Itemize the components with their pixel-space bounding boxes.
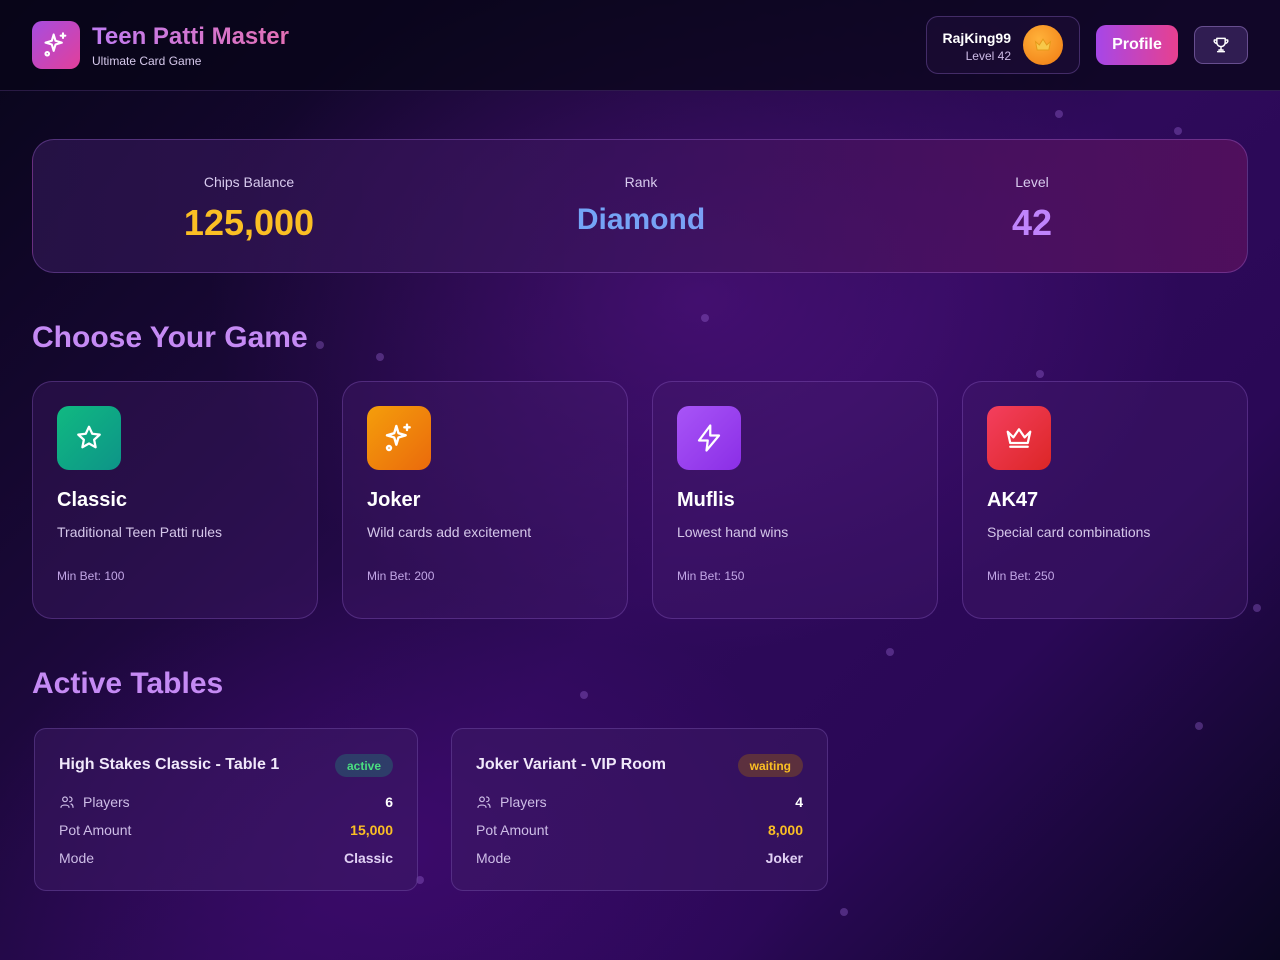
- game-description: Lowest hand wins: [677, 524, 789, 540]
- game-icon-box: [987, 406, 1051, 470]
- game-description: Special card combinations: [987, 524, 1151, 540]
- players-row: Players 4: [476, 794, 803, 814]
- rank-stat: Rank Diamond: [491, 174, 791, 237]
- app-title: Teen Patti Master: [92, 23, 289, 50]
- background-dot: [886, 648, 894, 656]
- pot-amount: 8,000: [767, 822, 803, 838]
- pot-row: Pot Amount 15,000: [59, 822, 393, 842]
- players-row: Players 6: [59, 794, 393, 814]
- mode-row: Mode Joker: [476, 850, 803, 870]
- status-badge: active: [334, 754, 393, 777]
- mode-label: Mode: [476, 850, 512, 866]
- background-dot: [701, 314, 709, 322]
- app-subtitle: Ultimate Card Game: [92, 54, 202, 68]
- game-icon-box: [367, 406, 431, 470]
- game-min-bet: Min Bet: 200: [367, 569, 435, 583]
- trophy-button[interactable]: [1194, 26, 1248, 64]
- trophy-icon: [1213, 37, 1229, 53]
- game-icon-box: [677, 406, 741, 470]
- game-card-joker[interactable]: Joker Wild cards add excitement Min Bet:…: [342, 381, 628, 619]
- background-dot: [376, 353, 384, 361]
- game-icon-box: [57, 406, 121, 470]
- chips-value: 125,000: [183, 202, 315, 243]
- games-section-title: Choose Your Game: [32, 321, 308, 354]
- background-dot: [840, 908, 848, 916]
- user-info[interactable]: RajKing99 Level 42: [926, 16, 1080, 74]
- users-icon: [60, 796, 74, 808]
- pot-label: Pot Amount: [476, 822, 549, 838]
- profile-button[interactable]: Profile: [1096, 25, 1178, 65]
- rank-label: Rank: [624, 174, 658, 190]
- pot-amount: 15,000: [350, 822, 393, 838]
- mode-row: Mode Classic: [59, 850, 393, 870]
- game-card-ak47[interactable]: AK47 Special card combinations Min Bet: …: [962, 381, 1248, 619]
- level-label: Level: [1015, 174, 1049, 190]
- game-min-bet: Min Bet: 250: [987, 569, 1055, 583]
- players-label-wrap: Players: [476, 794, 547, 810]
- rank-value: Diamond: [491, 203, 791, 237]
- user-level: Level 42: [965, 49, 1011, 63]
- user-name: RajKing99: [942, 30, 1011, 46]
- table-card[interactable]: High Stakes Classic - Table 1 active Pla…: [34, 728, 418, 891]
- players-label: Players: [500, 794, 547, 810]
- game-name: Muflis: [677, 489, 735, 511]
- background-dot: [1174, 127, 1182, 135]
- users-icon: [477, 796, 491, 808]
- top-header: Teen Patti Master Ultimate Card Game Raj…: [0, 0, 1280, 91]
- game-description: Wild cards add excitement: [367, 524, 532, 540]
- pot-label: Pot Amount: [59, 822, 132, 838]
- game-card-muflis[interactable]: Muflis Lowest hand wins Min Bet: 150: [652, 381, 938, 619]
- game-name: Classic: [57, 489, 128, 511]
- sparkles-icon: [385, 423, 411, 452]
- crown-icon: [1006, 428, 1032, 448]
- table-title: Joker Variant - VIP Room: [476, 756, 666, 773]
- mode-value: Joker: [765, 850, 803, 866]
- chips-label: Chips Balance: [203, 174, 295, 190]
- mode-value: Classic: [343, 850, 393, 866]
- chips-stat: Chips Balance 125,000: [99, 174, 399, 244]
- game-name: Joker: [367, 489, 421, 511]
- players-label-wrap: Players: [59, 794, 130, 810]
- table-card[interactable]: Joker Variant - VIP Room waiting Players…: [451, 728, 828, 891]
- app-logo[interactable]: [32, 21, 80, 69]
- sparkles-icon: [44, 32, 67, 57]
- game-min-bet: Min Bet: 150: [677, 569, 745, 583]
- mode-label: Mode: [59, 850, 95, 866]
- game-description: Traditional Teen Patti rules: [57, 524, 222, 540]
- game-name: AK47: [987, 489, 1039, 511]
- table-title: High Stakes Classic - Table 1: [59, 756, 280, 773]
- star-icon: [77, 425, 101, 449]
- background-dot: [1253, 604, 1261, 612]
- players-count: 4: [795, 794, 803, 810]
- players-label: Players: [83, 794, 130, 810]
- avatar[interactable]: [1023, 25, 1063, 65]
- pot-row: Pot Amount 8,000: [476, 822, 803, 842]
- level-stat: Level 42: [882, 174, 1182, 244]
- stats-panel: Chips Balance 125,000 Rank Diamond Level…: [32, 139, 1248, 273]
- lightning-icon: [697, 424, 721, 452]
- background-dot: [316, 341, 324, 349]
- status-badge: waiting: [737, 754, 803, 777]
- tables-section-title: Active Tables: [32, 667, 224, 700]
- game-min-bet: Min Bet: 100: [57, 569, 125, 583]
- background-dot: [1195, 722, 1203, 730]
- level-value: 42: [1011, 202, 1053, 243]
- background-dot: [580, 691, 588, 699]
- crown-icon: [1034, 38, 1052, 51]
- background-dot: [1055, 110, 1063, 118]
- players-count: 6: [385, 794, 393, 810]
- background-dot: [1036, 370, 1044, 378]
- game-card-classic[interactable]: Classic Traditional Teen Patti rules Min…: [32, 381, 318, 619]
